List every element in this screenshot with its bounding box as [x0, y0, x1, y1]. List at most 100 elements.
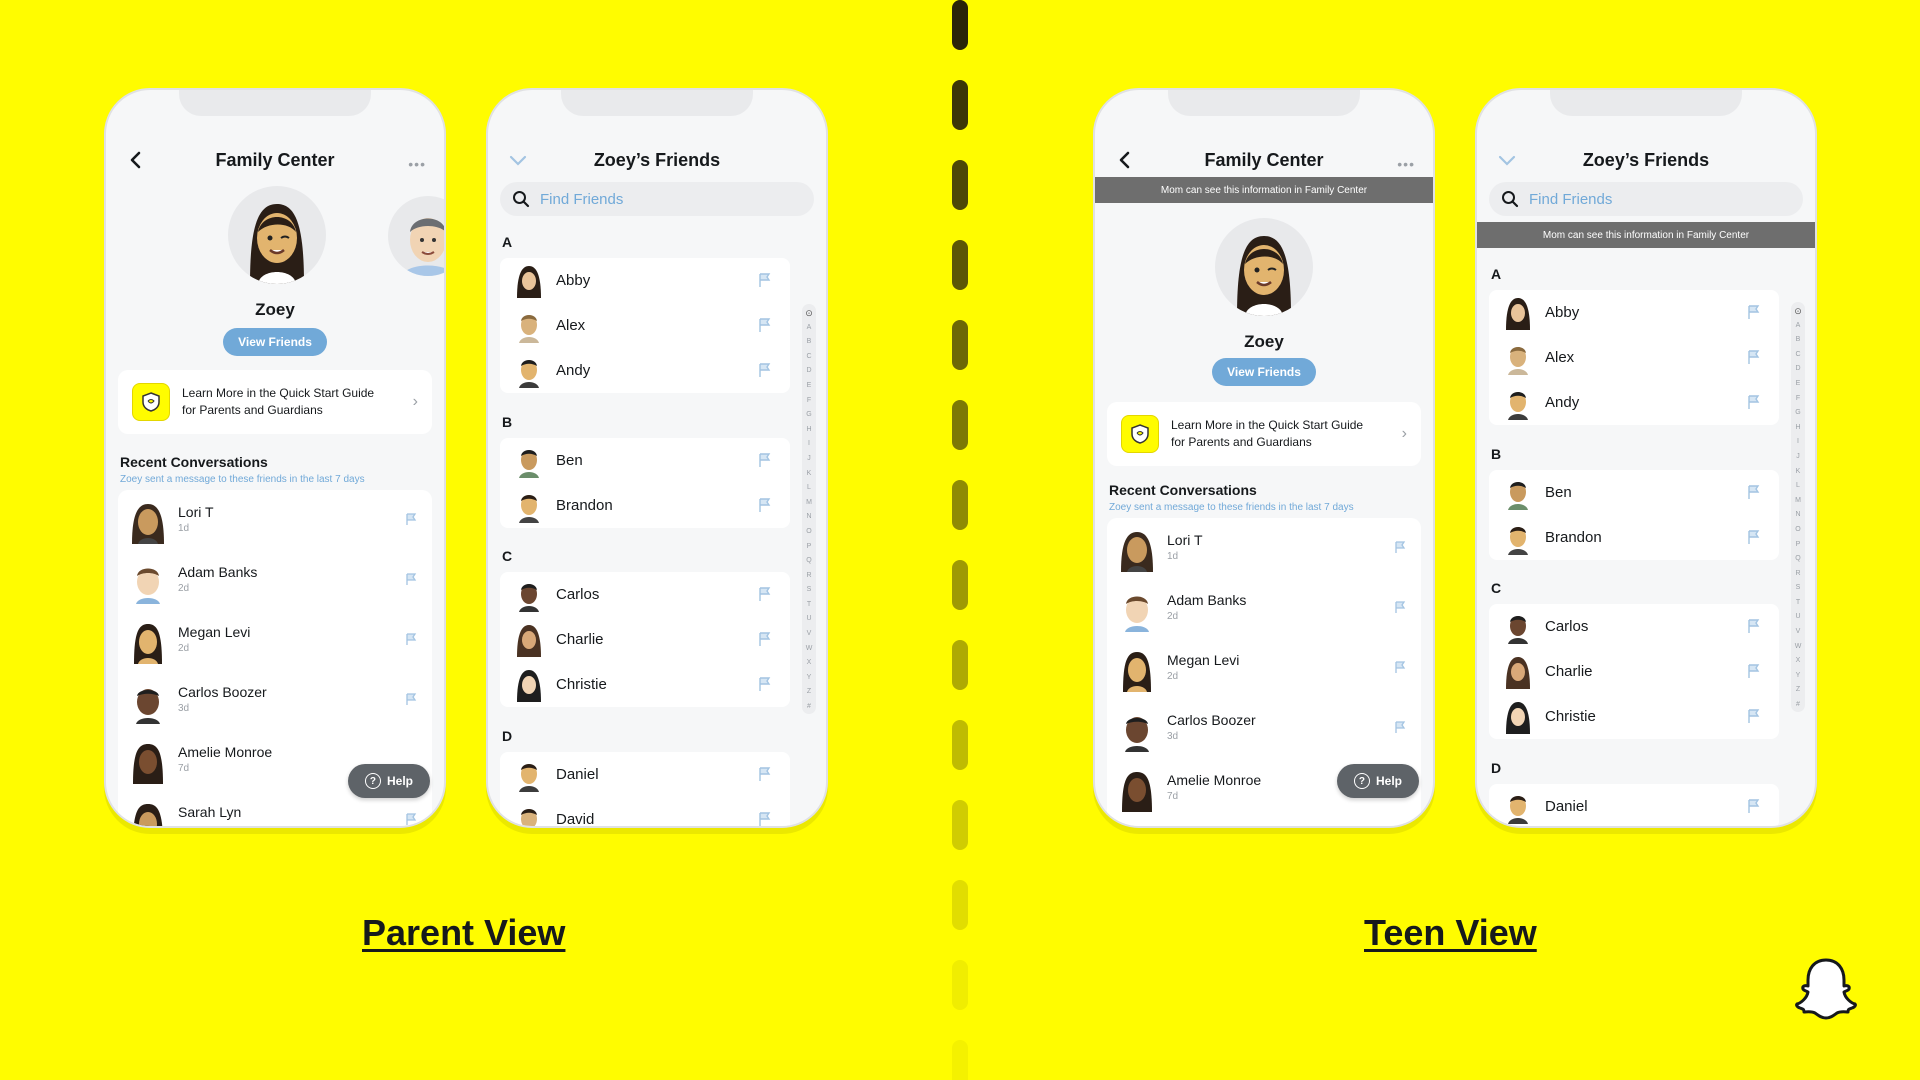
more-dots-icon[interactable]: •••	[1397, 156, 1415, 172]
back-chevron-icon[interactable]	[1113, 148, 1137, 172]
friend-row[interactable]: Daniel	[500, 752, 790, 797]
index-letter[interactable]: B	[802, 335, 816, 350]
flag-icon[interactable]	[756, 586, 772, 602]
flag-icon[interactable]	[404, 572, 418, 586]
index-settings-icon[interactable]: ⊙	[802, 306, 816, 321]
index-letter[interactable]: R	[802, 569, 816, 584]
friend-row[interactable]: Andy	[1489, 380, 1779, 425]
index-letter[interactable]: #	[1791, 698, 1805, 713]
alphabet-index[interactable]: ⊙ A B C D E F G H I J K L M N O P Q R S T U V W X Y Z #	[1791, 302, 1805, 712]
index-letter[interactable]: W	[1791, 640, 1805, 655]
flag-icon[interactable]	[1745, 484, 1761, 500]
flag-icon[interactable]	[1393, 600, 1407, 614]
flag-icon[interactable]	[756, 497, 772, 513]
index-letter[interactable]: D	[802, 364, 816, 379]
view-friends-button[interactable]: View Friends	[1212, 358, 1316, 386]
conversation-row[interactable]: Carlos Boozer 3d	[118, 670, 432, 730]
index-letter[interactable]: V	[1791, 625, 1805, 640]
index-letter[interactable]: F	[802, 394, 816, 409]
index-letter[interactable]: M	[802, 496, 816, 511]
index-letter[interactable]: G	[802, 408, 816, 423]
index-letter[interactable]: O	[1791, 523, 1805, 538]
flag-icon[interactable]	[1745, 304, 1761, 320]
index-letter[interactable]: T	[802, 598, 816, 613]
index-letter[interactable]: B	[1791, 333, 1805, 348]
index-letter[interactable]: K	[802, 467, 816, 482]
flag-icon[interactable]	[1745, 663, 1761, 679]
flag-icon[interactable]	[756, 362, 772, 378]
friend-row[interactable]: Andy	[500, 348, 790, 393]
down-chevron-icon[interactable]	[506, 148, 530, 172]
index-letter[interactable]: Q	[1791, 552, 1805, 567]
index-letter[interactable]: L	[802, 481, 816, 496]
index-letter[interactable]: A	[1791, 319, 1805, 334]
index-letter[interactable]: P	[802, 540, 816, 555]
conversation-row[interactable]: Lori T 1d	[118, 490, 432, 550]
index-letter[interactable]: P	[1791, 538, 1805, 553]
flag-icon[interactable]	[756, 766, 772, 782]
down-chevron-icon[interactable]	[1495, 148, 1519, 172]
index-letter[interactable]: C	[1791, 348, 1805, 363]
more-dots-icon[interactable]: •••	[408, 156, 426, 172]
index-letter[interactable]: E	[1791, 377, 1805, 392]
conversation-row[interactable]: Megan Levi 2d	[1107, 638, 1421, 698]
index-letter[interactable]: X	[802, 656, 816, 671]
help-button[interactable]: ? Help	[348, 764, 430, 798]
flag-icon[interactable]	[1393, 720, 1407, 734]
friend-row[interactable]: Alex	[500, 303, 790, 348]
flag-icon[interactable]	[756, 452, 772, 468]
conversation-row[interactable]: Carlos Boozer 3d	[1107, 698, 1421, 758]
friend-row[interactable]: Abby	[1489, 290, 1779, 335]
flag-icon[interactable]	[756, 631, 772, 647]
flag-icon[interactable]	[1745, 394, 1761, 410]
conversation-row[interactable]: Adam Banks 2d	[1107, 578, 1421, 638]
conversation-row[interactable]: Megan Levi 2d	[118, 610, 432, 670]
back-chevron-icon[interactable]	[124, 148, 148, 172]
quick-start-guide-card[interactable]: Learn More in the Quick Start Guide for …	[118, 370, 432, 434]
friend-row[interactable]: Charlie	[1489, 649, 1779, 694]
index-letter[interactable]: K	[1791, 465, 1805, 480]
flag-icon[interactable]	[756, 317, 772, 333]
view-friends-button[interactable]: View Friends	[223, 328, 327, 356]
flag-icon[interactable]	[1745, 349, 1761, 365]
friend-row[interactable]: Alex	[1489, 335, 1779, 380]
search-input[interactable]: Find Friends	[500, 182, 814, 216]
index-letter[interactable]: J	[802, 452, 816, 467]
friend-row[interactable]: Christie	[1489, 694, 1779, 739]
index-letter[interactable]: Z	[1791, 683, 1805, 698]
avatar[interactable]	[228, 186, 326, 284]
friend-row[interactable]: David	[500, 797, 790, 826]
index-letter[interactable]: X	[1791, 654, 1805, 669]
index-letter[interactable]: W	[802, 642, 816, 657]
avatar[interactable]	[388, 196, 444, 276]
friend-row[interactable]: Charlie	[500, 617, 790, 662]
index-letter[interactable]: T	[1791, 596, 1805, 611]
index-letter[interactable]: Z	[802, 685, 816, 700]
index-letter[interactable]: O	[802, 525, 816, 540]
conversation-row[interactable]: Adam Banks 2d	[118, 550, 432, 610]
conversation-row[interactable]: Lori T 1d	[1107, 518, 1421, 578]
index-letter[interactable]: F	[1791, 392, 1805, 407]
flag-icon[interactable]	[1745, 798, 1761, 814]
index-letter[interactable]: L	[1791, 479, 1805, 494]
index-letter[interactable]: N	[802, 510, 816, 525]
index-letter[interactable]: Y	[802, 671, 816, 686]
flag-icon[interactable]	[404, 692, 418, 706]
friend-row[interactable]: Carlos	[1489, 604, 1779, 649]
friend-row[interactable]: Brandon	[1489, 515, 1779, 560]
index-letter[interactable]: G	[1791, 406, 1805, 421]
index-letter[interactable]: A	[802, 321, 816, 336]
avatar[interactable]	[1215, 218, 1313, 316]
index-letter[interactable]: R	[1791, 567, 1805, 582]
index-settings-icon[interactable]: ⊙	[1791, 304, 1805, 319]
friend-row[interactable]: Ben	[500, 438, 790, 483]
index-letter[interactable]: D	[1791, 362, 1805, 377]
flag-icon[interactable]	[756, 272, 772, 288]
index-letter[interactable]: U	[802, 612, 816, 627]
index-letter[interactable]: I	[1791, 435, 1805, 450]
flag-icon[interactable]	[756, 676, 772, 692]
flag-icon[interactable]	[404, 812, 418, 826]
search-input[interactable]: Find Friends	[1489, 182, 1803, 216]
index-letter[interactable]: H	[802, 423, 816, 438]
index-letter[interactable]: Y	[1791, 669, 1805, 684]
